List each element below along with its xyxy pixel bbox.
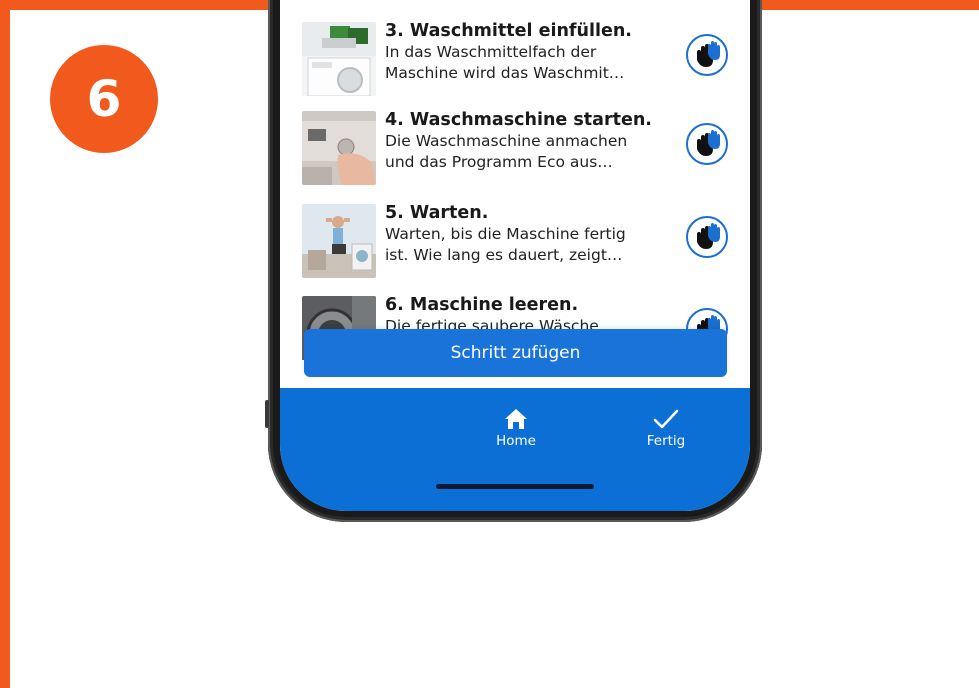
checkmark-icon	[626, 400, 706, 430]
step-title: 6. Maschine leeren.	[385, 295, 579, 315]
tab-done[interactable]: Fertig	[626, 400, 706, 449]
hand-icon[interactable]	[686, 216, 728, 258]
phone-side-button	[265, 400, 269, 428]
step-text-4: 4. Waschmaschine starten. Die Waschmasch…	[385, 109, 685, 173]
phone-screen: 3. Waschmittel einfüllen. In das Waschmi…	[280, 0, 750, 511]
step-item-3[interactable]: 3. Waschmittel einfüllen. In das Waschmi…	[302, 20, 742, 102]
home-indicator-bar	[436, 484, 594, 489]
phone-mockup: 3. Waschmittel einfüllen. In das Waschmi…	[265, 0, 762, 522]
step-title: 3. Waschmittel einfüllen.	[385, 21, 632, 41]
step-thumbnail-5	[302, 204, 376, 278]
step-text-3: 3. Waschmittel einfüllen. In das Waschmi…	[385, 20, 685, 84]
step-text-5: 5. Warten. Warten, bis die Maschine fert…	[385, 202, 685, 266]
step-number-badge: 6	[50, 45, 158, 153]
step-title: 5. Warten.	[385, 203, 489, 223]
tab-home[interactable]: Home	[476, 400, 556, 449]
step-item-5[interactable]: 5. Warten. Warten, bis die Maschine fert…	[302, 202, 742, 284]
hand-icon[interactable]	[686, 34, 728, 76]
step-item-4[interactable]: 4. Waschmaschine starten. Die Waschmasch…	[302, 109, 742, 191]
step-title: 4. Waschmaschine starten.	[385, 110, 652, 130]
step-description: In das Waschmittelfach der Maschine wird…	[385, 43, 625, 82]
home-icon	[476, 400, 556, 430]
step-thumbnail-3	[302, 22, 376, 96]
add-step-button[interactable]: Schritt zufügen	[304, 329, 727, 377]
tab-done-label: Fertig	[646, 433, 686, 449]
hand-icon[interactable]	[686, 123, 728, 165]
step-description: Die Waschmaschine anmachen und das Progr…	[385, 132, 628, 171]
step-thumbnail-4	[302, 111, 376, 185]
step-description: Warten, bis die Maschine fertig ist. Wie…	[385, 225, 626, 264]
tab-home-label: Home	[496, 433, 536, 449]
bottom-tab-bar: Home Fertig	[280, 388, 750, 511]
